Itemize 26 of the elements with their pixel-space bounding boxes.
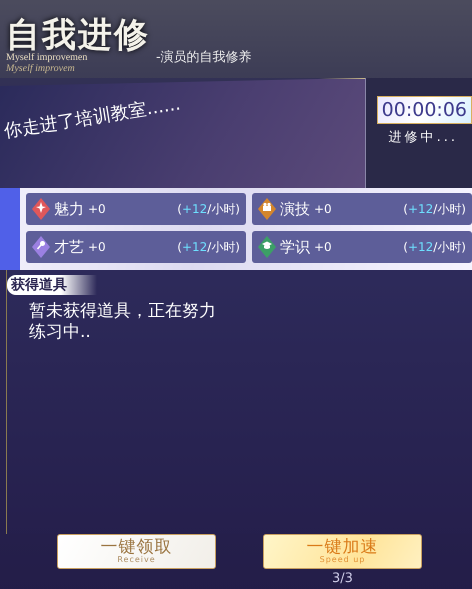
items-message: 暂未获得道具，正在努力练习中..	[29, 301, 217, 344]
stat-rate: (+12/小时)	[403, 238, 466, 256]
charm-icon	[32, 198, 50, 220]
intro-text: 你走进了培训教室......	[2, 92, 182, 143]
stat-value: +0	[88, 202, 106, 216]
speed-up-button[interactable]: 一键加速 Speed up	[263, 534, 422, 569]
stat-name: 学识	[280, 238, 310, 256]
script-subtitle: Myself improvem	[6, 63, 75, 74]
section-label: 获得道具	[7, 275, 97, 295]
stat-rate: (+12/小时)	[177, 238, 240, 256]
page-subtitle: -演员的自我修养	[156, 49, 252, 66]
stat-value: +0	[314, 202, 332, 216]
stat-rate: (+12/小时)	[177, 200, 240, 218]
stat-value: +0	[88, 240, 106, 254]
page-title: 自我进修	[6, 18, 150, 52]
stat-value: +0	[314, 240, 332, 254]
speed-up-count: 3/3	[332, 571, 353, 586]
stat-rate: (+12/小时)	[403, 200, 466, 218]
timer-status: 进修中...	[388, 129, 458, 146]
receive-button[interactable]: 一键领取 Receive	[57, 534, 216, 569]
stat-name: 魅力	[54, 200, 84, 218]
stat-name: 才艺	[54, 238, 84, 256]
timer: 00:00:06	[376, 96, 472, 124]
knowledge-icon	[258, 236, 276, 258]
english-subtitle: Myself improvemen	[6, 52, 88, 63]
stat-name: 演技	[280, 200, 310, 218]
